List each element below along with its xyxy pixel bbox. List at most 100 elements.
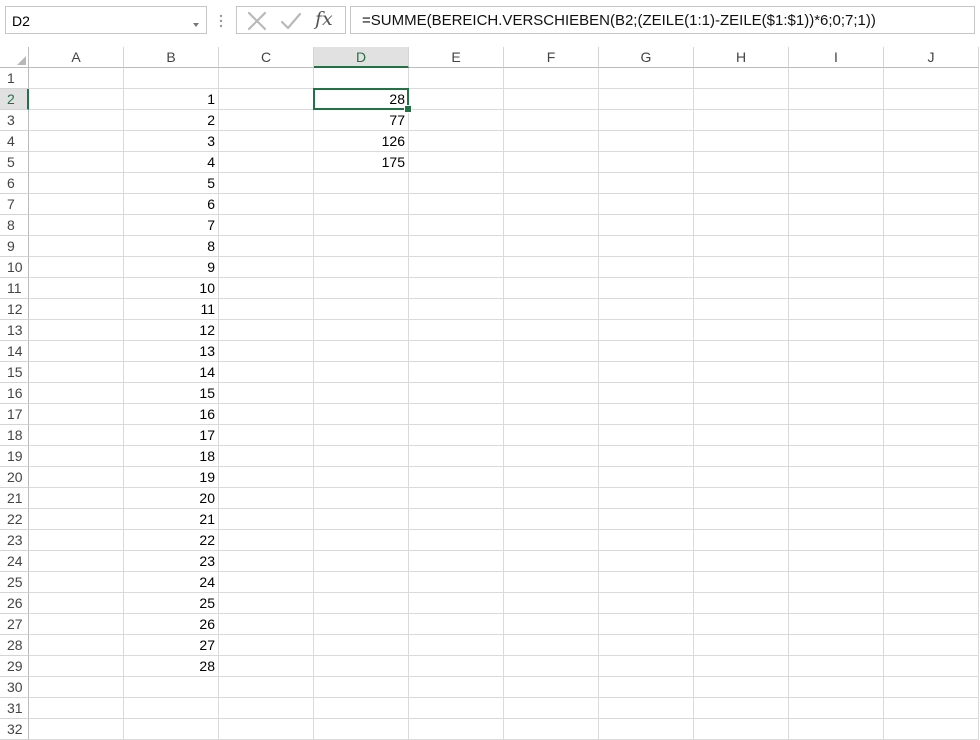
cell-d23[interactable] bbox=[314, 530, 409, 551]
row-header-26[interactable]: 26 bbox=[0, 593, 29, 614]
cell-f28[interactable] bbox=[504, 635, 599, 656]
cell-c8[interactable] bbox=[219, 215, 314, 236]
cell-g12[interactable] bbox=[599, 299, 694, 320]
cell-a17[interactable] bbox=[29, 404, 124, 425]
cell-j31[interactable] bbox=[884, 698, 979, 719]
cell-g26[interactable] bbox=[599, 593, 694, 614]
column-header-a[interactable]: A bbox=[29, 47, 124, 68]
cell-b6[interactable]: 5 bbox=[124, 173, 219, 194]
cell-d25[interactable] bbox=[314, 572, 409, 593]
cell-b23[interactable]: 22 bbox=[124, 530, 219, 551]
row-header-4[interactable]: 4 bbox=[0, 131, 29, 152]
cell-h21[interactable] bbox=[694, 488, 789, 509]
cell-f31[interactable] bbox=[504, 698, 599, 719]
cell-f4[interactable] bbox=[504, 131, 599, 152]
cell-g8[interactable] bbox=[599, 215, 694, 236]
row-header-31[interactable]: 31 bbox=[0, 698, 29, 719]
cell-g4[interactable] bbox=[599, 131, 694, 152]
row-header-15[interactable]: 15 bbox=[0, 362, 29, 383]
cell-g19[interactable] bbox=[599, 446, 694, 467]
cell-g13[interactable] bbox=[599, 320, 694, 341]
cell-b28[interactable]: 27 bbox=[124, 635, 219, 656]
cell-e6[interactable] bbox=[409, 173, 504, 194]
cell-e20[interactable] bbox=[409, 467, 504, 488]
cell-h13[interactable] bbox=[694, 320, 789, 341]
cell-e27[interactable] bbox=[409, 614, 504, 635]
cell-h23[interactable] bbox=[694, 530, 789, 551]
cell-i1[interactable] bbox=[789, 68, 884, 89]
cell-e21[interactable] bbox=[409, 488, 504, 509]
cell-h17[interactable] bbox=[694, 404, 789, 425]
cell-d12[interactable] bbox=[314, 299, 409, 320]
cell-a10[interactable] bbox=[29, 257, 124, 278]
cell-h16[interactable] bbox=[694, 383, 789, 404]
cell-a7[interactable] bbox=[29, 194, 124, 215]
cell-j26[interactable] bbox=[884, 593, 979, 614]
cell-j28[interactable] bbox=[884, 635, 979, 656]
cell-e9[interactable] bbox=[409, 236, 504, 257]
row-header-28[interactable]: 28 bbox=[0, 635, 29, 656]
cell-f18[interactable] bbox=[504, 425, 599, 446]
row-header-29[interactable]: 29 bbox=[0, 656, 29, 677]
cell-j5[interactable] bbox=[884, 152, 979, 173]
cell-c32[interactable] bbox=[219, 719, 314, 740]
cell-j18[interactable] bbox=[884, 425, 979, 446]
cell-d13[interactable] bbox=[314, 320, 409, 341]
cell-c13[interactable] bbox=[219, 320, 314, 341]
cell-g14[interactable] bbox=[599, 341, 694, 362]
cell-e32[interactable] bbox=[409, 719, 504, 740]
cell-c10[interactable] bbox=[219, 257, 314, 278]
cell-e25[interactable] bbox=[409, 572, 504, 593]
cell-h19[interactable] bbox=[694, 446, 789, 467]
row-header-27[interactable]: 27 bbox=[0, 614, 29, 635]
cell-j8[interactable] bbox=[884, 215, 979, 236]
cell-e4[interactable] bbox=[409, 131, 504, 152]
cell-d9[interactable] bbox=[314, 236, 409, 257]
cell-e10[interactable] bbox=[409, 257, 504, 278]
cell-b24[interactable]: 23 bbox=[124, 551, 219, 572]
cell-a28[interactable] bbox=[29, 635, 124, 656]
cell-g29[interactable] bbox=[599, 656, 694, 677]
cell-c19[interactable] bbox=[219, 446, 314, 467]
cell-c7[interactable] bbox=[219, 194, 314, 215]
cell-e11[interactable] bbox=[409, 278, 504, 299]
cell-c17[interactable] bbox=[219, 404, 314, 425]
cell-e24[interactable] bbox=[409, 551, 504, 572]
cell-b30[interactable] bbox=[124, 677, 219, 698]
cell-d28[interactable] bbox=[314, 635, 409, 656]
cell-f29[interactable] bbox=[504, 656, 599, 677]
row-header-9[interactable]: 9 bbox=[0, 236, 29, 257]
cell-h1[interactable] bbox=[694, 68, 789, 89]
cell-f32[interactable] bbox=[504, 719, 599, 740]
cell-e8[interactable] bbox=[409, 215, 504, 236]
cell-e23[interactable] bbox=[409, 530, 504, 551]
column-header-j[interactable]: J bbox=[884, 47, 979, 68]
cell-f21[interactable] bbox=[504, 488, 599, 509]
cell-g30[interactable] bbox=[599, 677, 694, 698]
cell-f1[interactable] bbox=[504, 68, 599, 89]
cell-h29[interactable] bbox=[694, 656, 789, 677]
cell-j20[interactable] bbox=[884, 467, 979, 488]
column-header-i[interactable]: I bbox=[789, 47, 884, 68]
cell-i4[interactable] bbox=[789, 131, 884, 152]
cell-f26[interactable] bbox=[504, 593, 599, 614]
cell-f3[interactable] bbox=[504, 110, 599, 131]
cell-f6[interactable] bbox=[504, 173, 599, 194]
cell-b29[interactable]: 28 bbox=[124, 656, 219, 677]
cell-g2[interactable] bbox=[599, 89, 694, 110]
cell-c6[interactable] bbox=[219, 173, 314, 194]
row-header-1[interactable]: 1 bbox=[0, 68, 29, 89]
cell-d19[interactable] bbox=[314, 446, 409, 467]
row-header-2[interactable]: 2 bbox=[0, 89, 29, 110]
cell-a13[interactable] bbox=[29, 320, 124, 341]
cell-i3[interactable] bbox=[789, 110, 884, 131]
cell-d5[interactable]: 175 bbox=[314, 152, 409, 173]
cell-h3[interactable] bbox=[694, 110, 789, 131]
cell-h20[interactable] bbox=[694, 467, 789, 488]
cell-j4[interactable] bbox=[884, 131, 979, 152]
cell-d32[interactable] bbox=[314, 719, 409, 740]
cell-c26[interactable] bbox=[219, 593, 314, 614]
cell-i26[interactable] bbox=[789, 593, 884, 614]
cell-e2[interactable] bbox=[409, 89, 504, 110]
cell-g20[interactable] bbox=[599, 467, 694, 488]
